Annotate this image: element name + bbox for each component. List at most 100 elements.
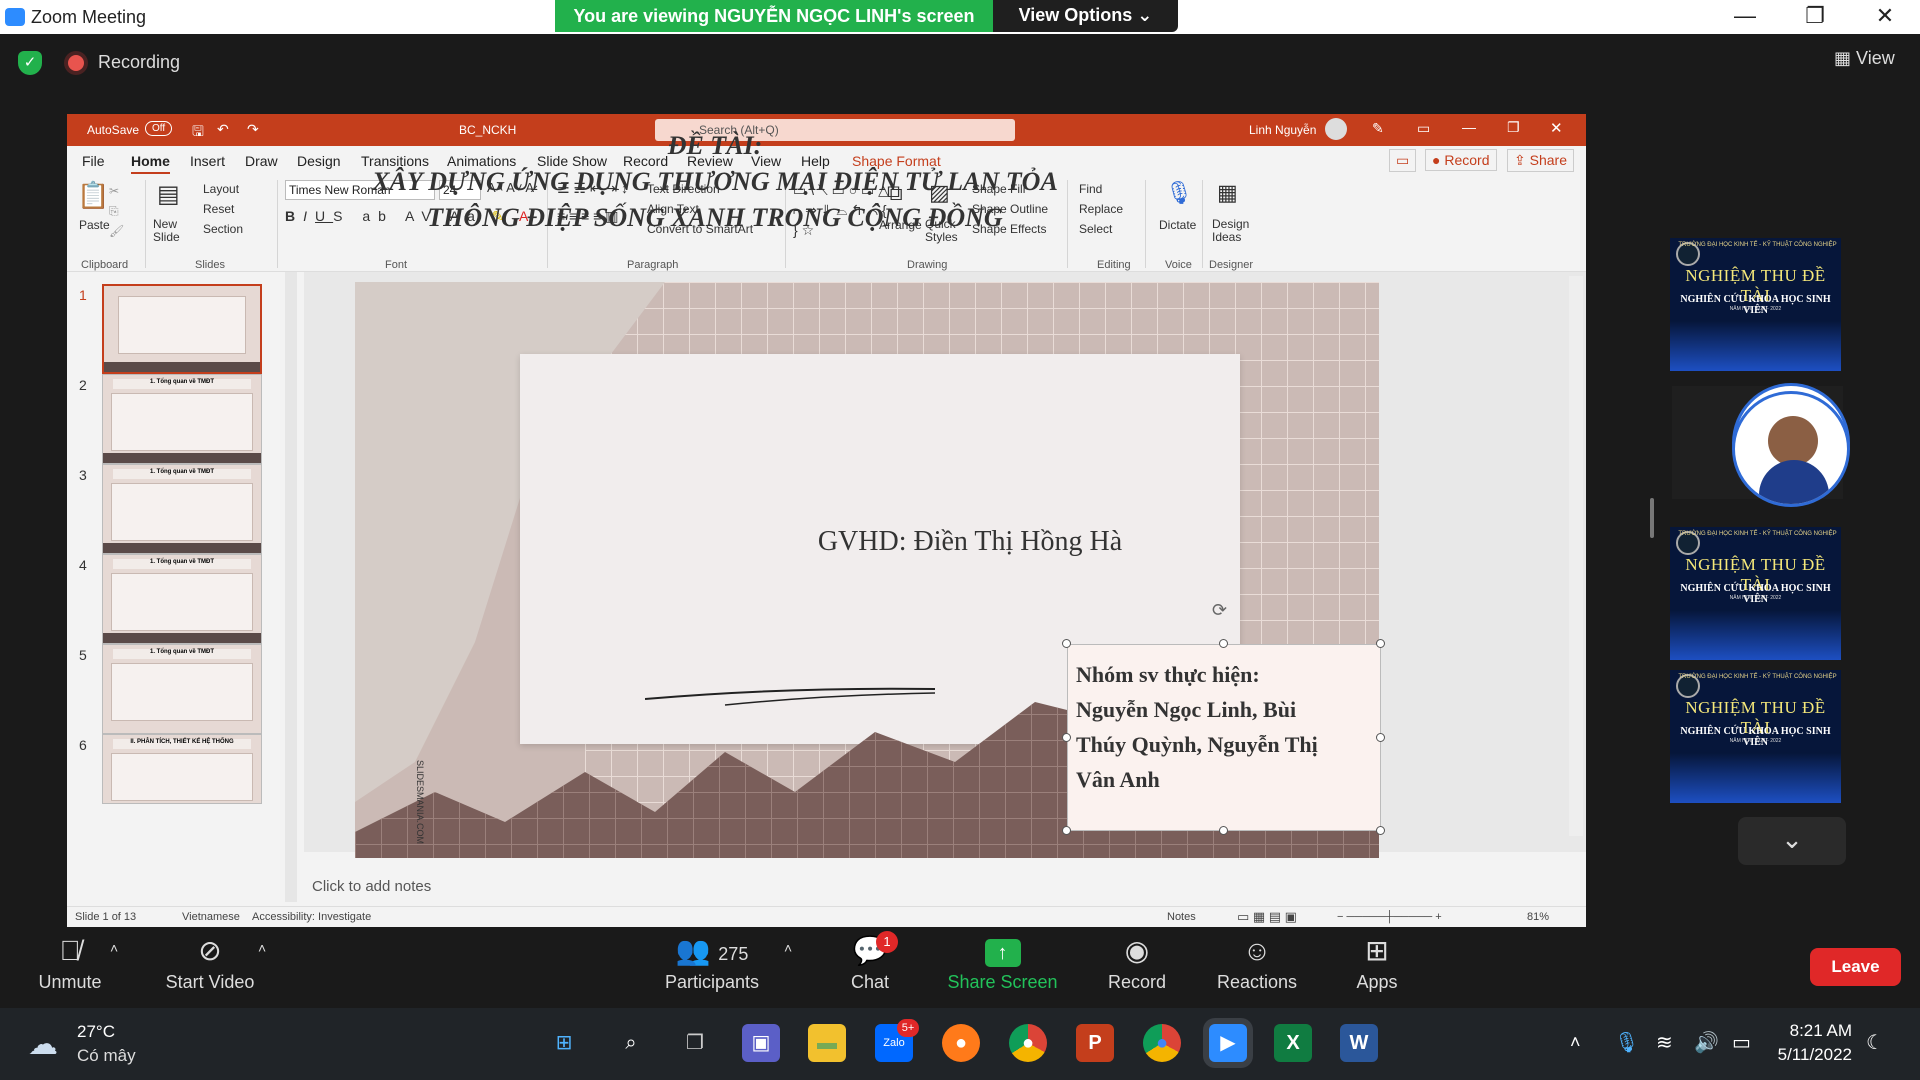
layout-button[interactable]: Layout: [203, 182, 239, 196]
zoom-percentage[interactable]: 81%: [1527, 911, 1549, 923]
view-options-button[interactable]: View Options ⌄: [993, 0, 1178, 32]
accessibility-status[interactable]: Accessibility: Investigate: [252, 911, 371, 923]
audio-options-chevron-icon[interactable]: ˄: [110, 940, 118, 956]
autosave-toggle[interactable]: Off: [145, 121, 173, 136]
thumbnail-slide-2[interactable]: 1. Tổng quan về TMĐT: [102, 374, 262, 464]
new-slide-button[interactable]: New Slide: [153, 218, 197, 244]
reset-button[interactable]: Reset: [203, 202, 234, 216]
battery-icon[interactable]: ▭: [1732, 1030, 1751, 1055]
clock-date[interactable]: 5/11/2022: [1766, 1045, 1852, 1065]
resize-handle[interactable]: [1219, 826, 1228, 835]
avatar[interactable]: [1325, 118, 1347, 140]
comments-icon[interactable]: ▭: [1389, 149, 1417, 172]
share-screen-button[interactable]: ↑ Share Screen: [945, 930, 1060, 993]
wifi-icon[interactable]: ≋: [1656, 1030, 1673, 1055]
paste-icon[interactable]: 📋: [77, 180, 109, 211]
ribbon-display-icon[interactable]: ▭: [1417, 120, 1430, 137]
copy-icon[interactable]: ⎘: [109, 204, 119, 219]
microphone-icon[interactable]: 🎙: [1614, 1030, 1639, 1055]
share-button[interactable]: ⇪ Share: [1507, 149, 1574, 172]
search-icon[interactable]: ⌕: [612, 1024, 650, 1062]
clock-time[interactable]: 8:21 AM: [1772, 1021, 1852, 1041]
rotate-handle-icon[interactable]: ⟳: [1212, 600, 1227, 621]
tab-draw[interactable]: Draw: [245, 153, 278, 169]
tab-file[interactable]: File: [82, 153, 105, 169]
design-ideas-icon[interactable]: ▦: [1217, 180, 1238, 206]
apps-button[interactable]: ⊞ Apps: [1350, 930, 1404, 993]
undo-icon[interactable]: ↶: [217, 121, 229, 138]
zoom-slider[interactable]: − ─────┼───── +: [1337, 911, 1442, 923]
canvas-scrollbar[interactable]: [1569, 276, 1583, 836]
teams-icon[interactable]: ▣: [742, 1024, 780, 1062]
participant-tile[interactable]: TRƯỜNG ĐẠI HỌC KINH TẾ - KỸ THUẬT CÔNG N…: [1670, 527, 1841, 660]
record-button[interactable]: ◉ Record: [1100, 930, 1174, 993]
pen-icon[interactable]: ✎: [1372, 120, 1384, 137]
minimize-icon[interactable]: —: [1462, 119, 1476, 135]
word-icon[interactable]: W: [1340, 1024, 1378, 1062]
slide-title[interactable]: ĐỀ TÀI: XÂY DỰNG ỨNG DỤNG THƯƠNG MẠI ĐIỆ…: [285, 128, 1145, 236]
notes-placeholder[interactable]: Click to add notes: [312, 878, 431, 895]
volume-icon[interactable]: 🔊: [1694, 1030, 1719, 1055]
cut-icon[interactable]: ✂: [109, 184, 119, 198]
restore-icon[interactable]: ❐: [1780, 0, 1850, 34]
leave-button[interactable]: Leave: [1810, 948, 1901, 986]
resize-handle[interactable]: [1219, 639, 1228, 648]
weather-status[interactable]: Có mây: [77, 1046, 136, 1066]
tab-insert[interactable]: Insert: [190, 153, 225, 169]
recording-label[interactable]: Recording: [98, 52, 180, 73]
format-painter-icon[interactable]: 🖌: [109, 224, 124, 238]
zoom-app-icon[interactable]: ▶: [1209, 1024, 1247, 1062]
resize-handle[interactable]: [1062, 733, 1071, 742]
thumbnail-slide-4[interactable]: 1. Tổng quan về TMĐT: [102, 554, 262, 644]
student-group-textbox[interactable]: Nhóm sv thực hiện: Nguyễn Ngọc Linh, Bùi…: [1067, 644, 1381, 831]
resize-handle[interactable]: [1062, 639, 1071, 648]
resize-handle[interactable]: [1376, 826, 1385, 835]
unmute-button[interactable]: 🎙̸ Unmute: [30, 930, 110, 993]
thumbnail-slide-1[interactable]: [102, 284, 262, 374]
powerpoint-icon[interactable]: P: [1076, 1024, 1114, 1062]
participants-button[interactable]: 👥 275 Participants: [662, 930, 762, 993]
resize-handle[interactable]: [1376, 733, 1385, 742]
chrome-icon[interactable]: ●: [1143, 1024, 1181, 1062]
resize-handle[interactable]: [1376, 639, 1385, 648]
microphone-icon[interactable]: 🎙: [1165, 180, 1193, 206]
dictate-button[interactable]: Dictate: [1159, 218, 1196, 232]
chevron-up-icon[interactable]: ˄: [1570, 1032, 1581, 1053]
redo-icon[interactable]: ↷: [247, 121, 259, 138]
firefox-icon[interactable]: ●: [942, 1024, 980, 1062]
close-icon[interactable]: ✕: [1850, 0, 1920, 34]
restore-icon[interactable]: ❐: [1507, 119, 1520, 136]
file-explorer-icon[interactable]: ▬: [808, 1024, 846, 1062]
chevron-down-icon[interactable]: ⌄: [1738, 817, 1846, 865]
video-options-chevron-icon[interactable]: ˄: [258, 940, 266, 956]
save-icon[interactable]: 🖫: [192, 121, 204, 145]
participant-tile[interactable]: TRƯỜNG ĐẠI HỌC KINH TẾ - KỸ THUẬT CÔNG N…: [1670, 238, 1841, 371]
excel-icon[interactable]: X: [1274, 1024, 1312, 1062]
chrome-profile-icon[interactable]: ●: [1009, 1024, 1047, 1062]
slide-supervisor[interactable]: GVHD: Điền Thị Hồng Hà: [520, 526, 1420, 558]
notes-toggle[interactable]: Notes: [1167, 911, 1196, 923]
new-slide-icon[interactable]: ▤: [157, 180, 180, 209]
start-video-button[interactable]: ⊘ Start Video: [160, 930, 260, 993]
temperature[interactable]: 27°C: [77, 1022, 115, 1042]
resize-handle[interactable]: [1062, 826, 1071, 835]
user-name[interactable]: Linh Nguyễn: [1249, 123, 1316, 137]
design-ideas-button[interactable]: Design Ideas: [1212, 218, 1256, 244]
record-button[interactable]: ● Record: [1425, 149, 1497, 171]
section-button[interactable]: Section: [203, 222, 243, 236]
close-icon[interactable]: ✕: [1550, 119, 1563, 137]
panel-splitter[interactable]: [1650, 498, 1654, 538]
tab-home[interactable]: Home: [131, 153, 170, 175]
reactions-button[interactable]: ☺ Reactions: [1210, 930, 1304, 993]
thumbnail-slide-6[interactable]: II. PHÂN TÍCH, THIẾT KẾ HỆ THỐNG: [102, 734, 262, 804]
minimize-icon[interactable]: —: [1710, 0, 1780, 34]
shield-icon[interactable]: ✓: [18, 51, 42, 75]
participant-tile[interactable]: TRƯỜNG ĐẠI HỌC KINH TẾ - KỸ THUẬT CÔNG N…: [1670, 670, 1841, 803]
language-status[interactable]: Vietnamese: [182, 911, 240, 923]
participants-chevron-icon[interactable]: ˄: [784, 940, 792, 956]
paste-button[interactable]: Paste: [79, 218, 110, 232]
start-icon[interactable]: ⊞: [545, 1024, 583, 1062]
notifications-icon[interactable]: ☾: [1866, 1030, 1884, 1055]
thumbnail-slide-5[interactable]: 1. Tổng quan về TMĐT: [102, 644, 262, 734]
task-view-icon[interactable]: ❐: [676, 1024, 714, 1062]
